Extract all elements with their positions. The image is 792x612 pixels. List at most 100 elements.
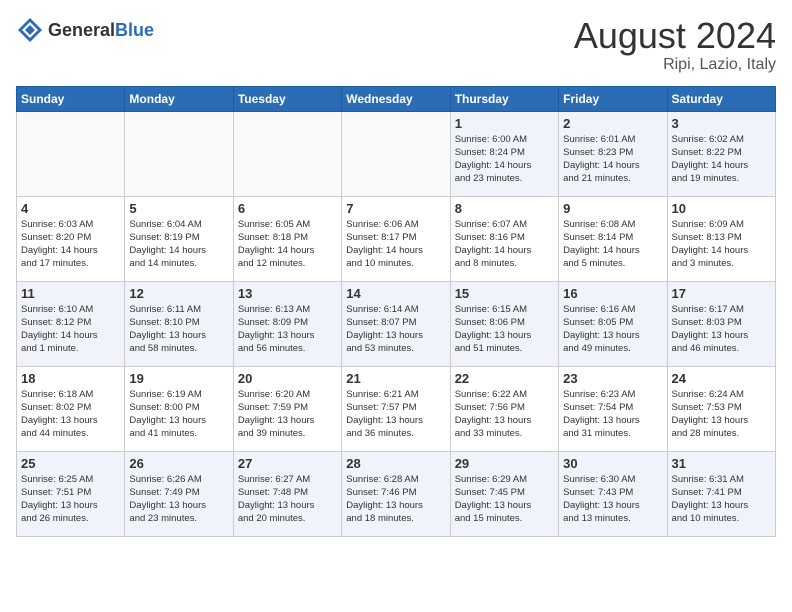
month-title: August 2024 xyxy=(574,16,776,56)
cell-text: Sunrise: 6:20 AM Sunset: 7:59 PM Dayligh… xyxy=(238,388,337,441)
day-number: 10 xyxy=(672,201,771,216)
calendar-cell: 25 Sunrise: 6:25 AM Sunset: 7:51 PM Dayli… xyxy=(17,451,125,536)
day-number: 2 xyxy=(563,116,662,131)
day-number: 11 xyxy=(21,286,120,301)
calendar-cell xyxy=(342,111,450,196)
weekday-header-friday: Friday xyxy=(559,86,667,111)
cell-text: Sunrise: 6:25 AM Sunset: 7:51 PM Dayligh… xyxy=(21,473,120,526)
day-number: 23 xyxy=(563,371,662,386)
cell-text: Sunrise: 6:22 AM Sunset: 7:56 PM Dayligh… xyxy=(455,388,554,441)
day-number: 3 xyxy=(672,116,771,131)
calendar-cell xyxy=(17,111,125,196)
cell-text: Sunrise: 6:04 AM Sunset: 8:19 PM Dayligh… xyxy=(129,218,228,271)
day-number: 26 xyxy=(129,456,228,471)
cell-text: Sunrise: 6:09 AM Sunset: 8:13 PM Dayligh… xyxy=(672,218,771,271)
calendar-table: SundayMondayTuesdayWednesdayThursdayFrid… xyxy=(16,86,776,537)
cell-text: Sunrise: 6:00 AM Sunset: 8:24 PM Dayligh… xyxy=(455,133,554,186)
day-number: 21 xyxy=(346,371,445,386)
weekday-header-monday: Monday xyxy=(125,86,233,111)
day-number: 29 xyxy=(455,456,554,471)
calendar-cell: 28 Sunrise: 6:28 AM Sunset: 7:46 PM Dayli… xyxy=(342,451,450,536)
cell-text: Sunrise: 6:30 AM Sunset: 7:43 PM Dayligh… xyxy=(563,473,662,526)
calendar-cell: 15Sunrise: 6:15 AM Sunset: 8:06 PM Dayli… xyxy=(450,281,558,366)
cell-text: Sunrise: 6:03 AM Sunset: 8:20 PM Dayligh… xyxy=(21,218,120,271)
calendar-cell: 27 Sunrise: 6:27 AM Sunset: 7:48 PM Dayli… xyxy=(233,451,341,536)
cell-text: Sunrise: 6:07 AM Sunset: 8:16 PM Dayligh… xyxy=(455,218,554,271)
calendar-cell: 26 Sunrise: 6:26 AM Sunset: 7:49 PM Dayli… xyxy=(125,451,233,536)
day-number: 18 xyxy=(21,371,120,386)
day-number: 16 xyxy=(563,286,662,301)
calendar-week-row: 18Sunrise: 6:18 AM Sunset: 8:02 PM Dayli… xyxy=(17,366,776,451)
weekday-header-tuesday: Tuesday xyxy=(233,86,341,111)
calendar-cell: 14 Sunrise: 6:14 AM Sunset: 8:07 PM Dayli… xyxy=(342,281,450,366)
cell-text: Sunrise: 6:15 AM Sunset: 8:06 PM Dayligh… xyxy=(455,303,554,356)
calendar-cell: 19 Sunrise: 6:19 AM Sunset: 8:00 PM Dayli… xyxy=(125,366,233,451)
day-number: 22 xyxy=(455,371,554,386)
calendar-cell: 29Sunrise: 6:29 AM Sunset: 7:45 PM Dayli… xyxy=(450,451,558,536)
calendar-cell: 30Sunrise: 6:30 AM Sunset: 7:43 PM Dayli… xyxy=(559,451,667,536)
cell-text: Sunrise: 6:10 AM Sunset: 8:12 PM Dayligh… xyxy=(21,303,120,356)
day-number: 28 xyxy=(346,456,445,471)
day-number: 4 xyxy=(21,201,120,216)
cell-text: Sunrise: 6:11 AM Sunset: 8:10 PM Dayligh… xyxy=(129,303,228,356)
calendar-week-row: 1 Sunrise: 6:00 AM Sunset: 8:24 PM Daylig… xyxy=(17,111,776,196)
calendar-cell: 11 Sunrise: 6:10 AM Sunset: 8:12 PM Dayli… xyxy=(17,281,125,366)
cell-text: Sunrise: 6:02 AM Sunset: 8:22 PM Dayligh… xyxy=(672,133,771,186)
day-number: 12 xyxy=(129,286,228,301)
calendar-cell: 7 Sunrise: 6:06 AM Sunset: 8:17 PM Daylig… xyxy=(342,196,450,281)
calendar-cell: 4 Sunrise: 6:03 AM Sunset: 8:20 PM Daylig… xyxy=(17,196,125,281)
calendar-cell: 2 Sunrise: 6:01 AM Sunset: 8:23 PM Daylig… xyxy=(559,111,667,196)
day-number: 20 xyxy=(238,371,337,386)
calendar-cell: 12 Sunrise: 6:11 AM Sunset: 8:10 PM Dayli… xyxy=(125,281,233,366)
page-header: GeneralBlue August 2024 Ripi, Lazio, Ita… xyxy=(16,16,776,74)
weekday-header-sunday: Sunday xyxy=(17,86,125,111)
cell-text: Sunrise: 6:01 AM Sunset: 8:23 PM Dayligh… xyxy=(563,133,662,186)
calendar-cell: 13 Sunrise: 6:13 AM Sunset: 8:09 PM Dayli… xyxy=(233,281,341,366)
calendar-cell: 21 Sunrise: 6:21 AM Sunset: 7:57 PM Dayli… xyxy=(342,366,450,451)
logo-text-blue: Blue xyxy=(115,20,154,40)
calendar-cell xyxy=(125,111,233,196)
day-number: 7 xyxy=(346,201,445,216)
cell-text: Sunrise: 6:19 AM Sunset: 8:00 PM Dayligh… xyxy=(129,388,228,441)
day-number: 8 xyxy=(455,201,554,216)
weekday-header-thursday: Thursday xyxy=(450,86,558,111)
calendar-cell: 9Sunrise: 6:08 AM Sunset: 8:14 PM Daylig… xyxy=(559,196,667,281)
calendar-cell xyxy=(233,111,341,196)
calendar-cell: 16 Sunrise: 6:16 AM Sunset: 8:05 PM Dayli… xyxy=(559,281,667,366)
cell-text: Sunrise: 6:06 AM Sunset: 8:17 PM Dayligh… xyxy=(346,218,445,271)
day-number: 27 xyxy=(238,456,337,471)
weekday-header-row: SundayMondayTuesdayWednesdayThursdayFrid… xyxy=(17,86,776,111)
cell-text: Sunrise: 6:16 AM Sunset: 8:05 PM Dayligh… xyxy=(563,303,662,356)
cell-text: Sunrise: 6:14 AM Sunset: 8:07 PM Dayligh… xyxy=(346,303,445,356)
cell-text: Sunrise: 6:23 AM Sunset: 7:54 PM Dayligh… xyxy=(563,388,662,441)
calendar-week-row: 4 Sunrise: 6:03 AM Sunset: 8:20 PM Daylig… xyxy=(17,196,776,281)
day-number: 25 xyxy=(21,456,120,471)
cell-text: Sunrise: 6:17 AM Sunset: 8:03 PM Dayligh… xyxy=(672,303,771,356)
calendar-cell: 23 Sunrise: 6:23 AM Sunset: 7:54 PM Dayli… xyxy=(559,366,667,451)
calendar-cell: 22 Sunrise: 6:22 AM Sunset: 7:56 PM Dayli… xyxy=(450,366,558,451)
calendar-cell: 1 Sunrise: 6:00 AM Sunset: 8:24 PM Daylig… xyxy=(450,111,558,196)
day-number: 19 xyxy=(129,371,228,386)
calendar-cell: 20 Sunrise: 6:20 AM Sunset: 7:59 PM Dayli… xyxy=(233,366,341,451)
calendar-cell: 31Sunrise: 6:31 AM Sunset: 7:41 PM Dayli… xyxy=(667,451,775,536)
cell-text: Sunrise: 6:28 AM Sunset: 7:46 PM Dayligh… xyxy=(346,473,445,526)
logo-text-general: General xyxy=(48,20,115,40)
cell-text: Sunrise: 6:13 AM Sunset: 8:09 PM Dayligh… xyxy=(238,303,337,356)
cell-text: Sunrise: 6:26 AM Sunset: 7:49 PM Dayligh… xyxy=(129,473,228,526)
calendar-week-row: 11 Sunrise: 6:10 AM Sunset: 8:12 PM Dayli… xyxy=(17,281,776,366)
cell-text: Sunrise: 6:21 AM Sunset: 7:57 PM Dayligh… xyxy=(346,388,445,441)
calendar-cell: 24Sunrise: 6:24 AM Sunset: 7:53 PM Dayli… xyxy=(667,366,775,451)
title-block: August 2024 Ripi, Lazio, Italy xyxy=(574,16,776,74)
cell-text: Sunrise: 6:05 AM Sunset: 8:18 PM Dayligh… xyxy=(238,218,337,271)
cell-text: Sunrise: 6:08 AM Sunset: 8:14 PM Dayligh… xyxy=(563,218,662,271)
day-number: 14 xyxy=(346,286,445,301)
day-number: 1 xyxy=(455,116,554,131)
day-number: 17 xyxy=(672,286,771,301)
day-number: 13 xyxy=(238,286,337,301)
cell-text: Sunrise: 6:27 AM Sunset: 7:48 PM Dayligh… xyxy=(238,473,337,526)
location-title: Ripi, Lazio, Italy xyxy=(574,56,776,74)
calendar-cell: 18Sunrise: 6:18 AM Sunset: 8:02 PM Dayli… xyxy=(17,366,125,451)
calendar-cell: 3 Sunrise: 6:02 AM Sunset: 8:22 PM Daylig… xyxy=(667,111,775,196)
logo-icon xyxy=(16,16,44,44)
cell-text: Sunrise: 6:31 AM Sunset: 7:41 PM Dayligh… xyxy=(672,473,771,526)
